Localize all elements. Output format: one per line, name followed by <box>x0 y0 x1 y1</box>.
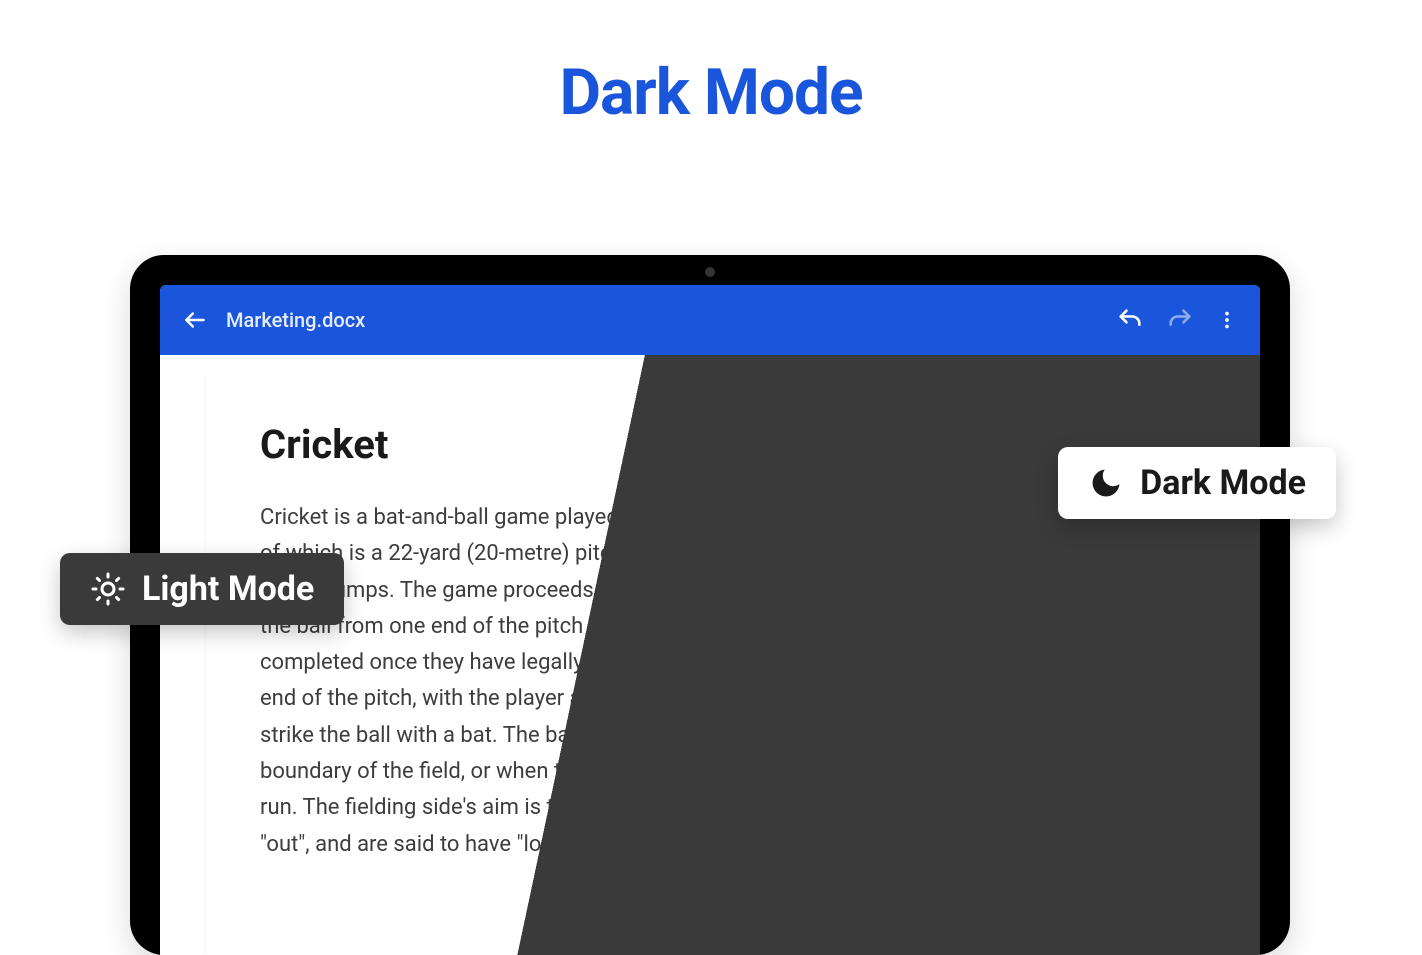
more-vert-icon[interactable] <box>1216 309 1238 331</box>
topbar-actions <box>1116 306 1238 334</box>
tablet-camera-icon <box>705 267 715 277</box>
light-mode-label: Light Mode <box>142 569 314 609</box>
dark-mode-label: Dark Mode <box>1140 463 1306 503</box>
sun-icon <box>90 571 126 607</box>
undo-icon[interactable] <box>1116 306 1144 334</box>
light-mode-chip[interactable]: Light Mode <box>60 553 344 625</box>
moon-icon <box>1088 465 1124 501</box>
document-title: Marketing.docx <box>226 308 1116 332</box>
redo-icon[interactable] <box>1166 306 1194 334</box>
page-title: Dark Mode <box>0 55 1422 130</box>
app-topbar: Marketing.docx <box>160 285 1260 355</box>
dark-mode-chip[interactable]: Dark Mode <box>1058 447 1336 519</box>
back-arrow-icon[interactable] <box>182 307 208 333</box>
document-heading-dark: Cricket <box>260 421 1160 468</box>
document-surface[interactable]: Cricket Cricket is a bat-and-ball game p… <box>160 355 1260 955</box>
document-body-dark: Cricket is a bat-and-ball game played be… <box>260 500 1160 863</box>
